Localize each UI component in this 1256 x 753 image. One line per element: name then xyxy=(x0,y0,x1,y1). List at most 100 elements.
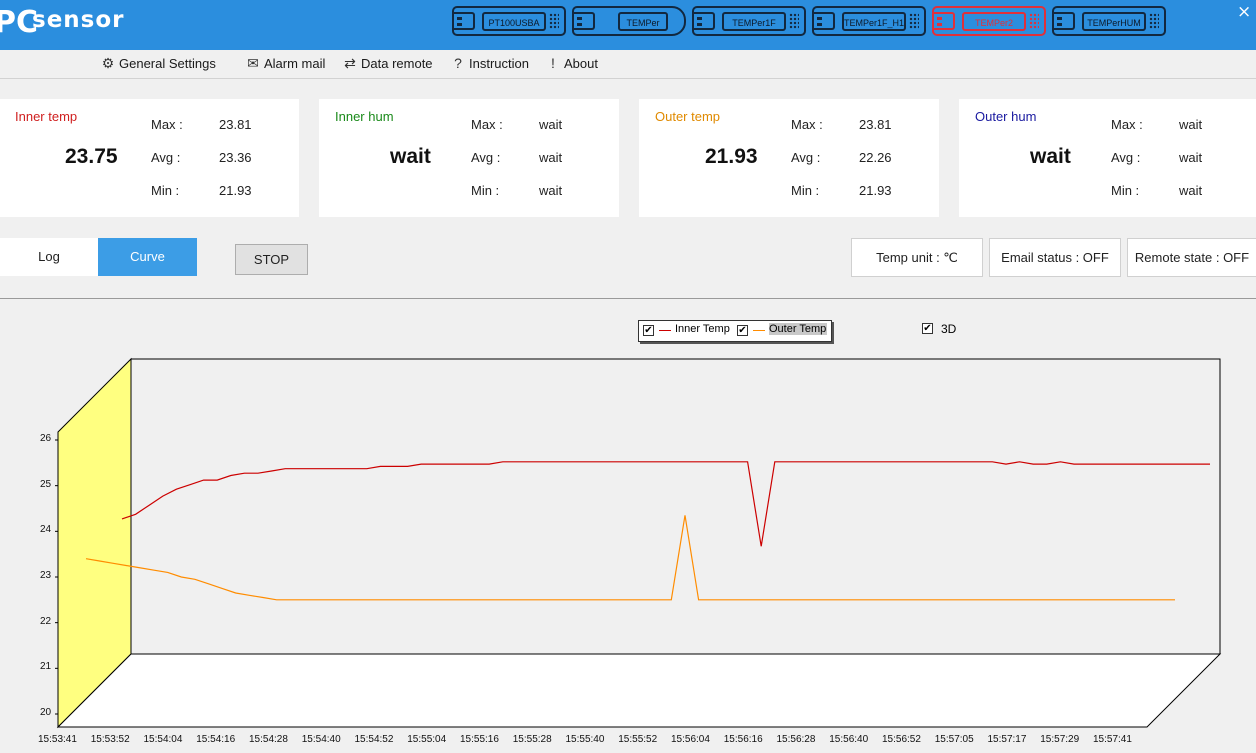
card-title: Inner hum xyxy=(335,109,394,124)
vent-icon xyxy=(789,13,799,29)
min-value: 21.93 xyxy=(859,183,892,198)
x-tick-label: 15:56:28 xyxy=(776,734,816,745)
max-value: wait xyxy=(1179,117,1203,132)
transfer-icon: ⇄ xyxy=(344,55,356,71)
three-d-checkbox[interactable]: ✔ xyxy=(922,323,933,334)
menu-general-settings[interactable]: ⚙ General Settings xyxy=(100,55,216,72)
legend-outer-temp: Outer Temp xyxy=(769,323,827,335)
tab-curve[interactable]: Curve xyxy=(98,238,197,276)
menu-alarm-mail[interactable]: ✉ Alarm mail xyxy=(245,55,325,72)
avg-label: Avg : xyxy=(471,150,501,165)
vent-icon xyxy=(909,13,919,29)
card-inner-hum: Inner hum wait Max : wait Avg : wait Min… xyxy=(319,99,619,217)
card-title: Inner temp xyxy=(15,109,78,124)
y-tick-label: 25 xyxy=(40,478,52,490)
inner-temp-swatch xyxy=(659,330,671,331)
temp-unit-button[interactable]: Temp unit : ℃ xyxy=(851,238,983,277)
x-tick-label: 15:55:40 xyxy=(565,734,605,745)
divider xyxy=(0,298,1256,299)
avg-value: 22.26 xyxy=(859,150,892,165)
three-d-label: 3D xyxy=(941,322,957,336)
device-label: TEMPer2 xyxy=(962,12,1026,31)
current-value: wait xyxy=(390,145,431,168)
email-status-button[interactable]: Email status : OFF xyxy=(989,238,1121,277)
outer-temp-checkbox[interactable]: ✔ xyxy=(737,325,748,336)
mail-icon: ✉ xyxy=(247,55,259,71)
x-tick-label: 15:53:52 xyxy=(90,734,130,745)
logo-text: sensor xyxy=(32,7,125,33)
current-value: wait xyxy=(1030,145,1071,168)
max-value: wait xyxy=(539,117,563,132)
min-label: Min : xyxy=(1111,183,1140,198)
device-label: TEMPerHUM xyxy=(1082,12,1146,31)
x-tick-label: 15:54:16 xyxy=(196,734,236,745)
x-tick-label: 15:56:40 xyxy=(829,734,869,745)
y-tick-label: 23 xyxy=(40,570,52,581)
x-tick-label: 15:54:04 xyxy=(143,734,183,745)
x-tick-label: 15:55:04 xyxy=(407,734,447,745)
card-title: Outer hum xyxy=(975,109,1037,124)
device-temperhum[interactable]: TEMPerHUM xyxy=(1052,6,1166,36)
min-label: Min : xyxy=(791,183,820,198)
menu-about[interactable]: ! About xyxy=(545,55,598,71)
max-label: Max : xyxy=(151,117,183,132)
current-value: 23.75 xyxy=(65,145,118,168)
series-line-outer-temp xyxy=(85,515,1175,601)
help-icon: ? xyxy=(454,55,462,71)
min-value: 21.93 xyxy=(219,183,252,198)
max-value: 23.81 xyxy=(859,117,892,132)
series-line-inner-temp xyxy=(121,461,1210,547)
avg-label: Avg : xyxy=(791,150,821,165)
device-temper[interactable]: TEMPer xyxy=(572,6,686,36)
avg-value: 23.36 xyxy=(219,150,252,165)
avg-label: Avg : xyxy=(151,150,181,165)
device-label: TEMPer1F xyxy=(722,12,786,31)
min-value: wait xyxy=(1179,183,1203,198)
inner-temp-checkbox[interactable]: ✔ xyxy=(643,325,654,336)
device-pt100usba[interactable]: PT100USBA xyxy=(452,6,566,36)
usb-plug-icon xyxy=(933,12,955,30)
legend-inner-temp: Inner Temp xyxy=(675,323,730,335)
vent-icon xyxy=(1149,13,1159,29)
y-tick-label: 22 xyxy=(40,615,52,627)
x-tick-label: 15:56:04 xyxy=(671,734,710,745)
usb-plug-icon xyxy=(693,12,715,30)
device-temper2[interactable]: TEMPer2 xyxy=(932,6,1046,36)
close-icon[interactable]: × xyxy=(1237,2,1251,22)
chart-left-wall xyxy=(57,357,132,729)
chart-back-wall xyxy=(130,358,1221,655)
title-bar: PC sensor PT100USBA TEMPer TEMPer1F TEMP… xyxy=(0,0,1256,50)
device-label: TEMPer xyxy=(618,12,668,31)
usb-plug-icon xyxy=(1053,12,1075,30)
x-tick-label: 15:57:17 xyxy=(987,734,1027,745)
stop-button[interactable]: STOP xyxy=(235,244,308,275)
tab-log[interactable]: Log xyxy=(0,238,98,276)
chart-floor xyxy=(56,653,1222,728)
x-tick-label: 15:57:41 xyxy=(1093,734,1132,745)
avg-value: wait xyxy=(1179,150,1203,165)
usb-plug-icon xyxy=(453,12,475,30)
info-icon: ! xyxy=(551,55,555,71)
x-tick-label: 15:53:41 xyxy=(38,734,77,745)
device-temper1f-h1[interactable]: TEMPer1F_H1 xyxy=(812,6,926,36)
usb-plug-icon xyxy=(813,12,835,30)
x-tick-label: 15:55:16 xyxy=(460,734,499,745)
gear-icon: ⚙ xyxy=(101,55,115,71)
usb-plug-icon xyxy=(573,12,595,30)
x-tick-label: 15:57:05 xyxy=(934,734,974,745)
chart-legend: ✔ Inner Temp ✔ Outer Temp xyxy=(638,320,832,342)
remote-state-button[interactable]: Remote state : OFF xyxy=(1127,238,1256,277)
device-temper1f[interactable]: TEMPer1F xyxy=(692,6,806,36)
x-tick-label: 15:54:52 xyxy=(354,734,394,745)
min-label: Min : xyxy=(151,183,180,198)
avg-label: Avg : xyxy=(1111,150,1141,165)
x-tick-label: 15:54:40 xyxy=(301,734,341,745)
menu-data-remote[interactable]: ⇄ Data remote xyxy=(342,55,432,72)
menu-instruction[interactable]: ? Instruction xyxy=(450,55,529,71)
card-outer-hum: Outer hum wait Max : wait Avg : wait Min… xyxy=(959,99,1256,217)
max-label: Max : xyxy=(471,117,503,132)
y-tick-label: 20 xyxy=(40,707,52,718)
min-label: Min : xyxy=(471,183,500,198)
x-tick-label: 15:55:52 xyxy=(618,734,658,745)
x-tick-label: 15:56:52 xyxy=(882,734,921,745)
